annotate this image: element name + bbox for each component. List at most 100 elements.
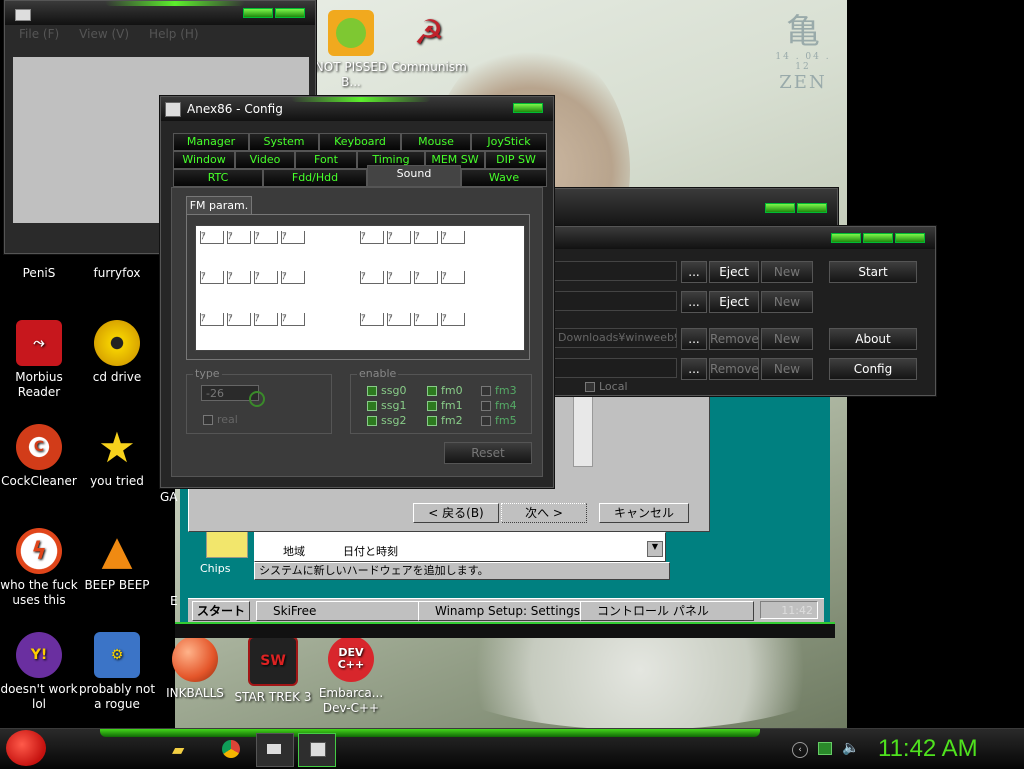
enable-fm2[interactable]: fm2 (427, 413, 463, 428)
start-button[interactable]: スタート (192, 601, 250, 621)
browse-button-2[interactable]: ... (681, 291, 707, 313)
control-panel-list[interactable]: 地域 日付と時刻 ▼ (254, 532, 666, 562)
tab-dip-sw[interactable]: DIP SW (485, 151, 547, 169)
enable-fm1[interactable]: fm1 (427, 398, 463, 413)
enable-fm4[interactable]: fm4 (481, 398, 517, 413)
folder-icon[interactable]: ▰ (172, 740, 198, 759)
drive-path-3[interactable]: Downloads¥winweeb9 (553, 328, 677, 348)
list-scroll-down[interactable]: ▼ (647, 541, 663, 557)
desktop-icon-penis[interactable]: PeniS (0, 266, 78, 281)
task-control-panel[interactable]: コントロール パネル (580, 601, 754, 621)
new-button-4[interactable]: New (761, 358, 813, 380)
eject-button-1[interactable]: Eject (709, 261, 759, 283)
enable-fm3[interactable]: fm3 (481, 383, 517, 398)
fm-param-display[interactable]: ｱｱｱｱ ｱｱｱｱ ｱｱｱｱ ｱｱｱｱ ｱｱｱｱ ｱｱｱｱ (195, 225, 525, 351)
desktop-icon-furryfox[interactable]: furryfox (78, 266, 156, 281)
drive-path-1[interactable] (553, 261, 677, 281)
tab-video[interactable]: Video (235, 151, 295, 169)
fm-group-6: ｱｱｱｱ (360, 310, 468, 326)
back-button[interactable]: < 戻る(B) (413, 503, 499, 523)
anex-back-window[interactable] (548, 188, 838, 230)
desktop-icon-inkballs[interactable]: INKBALLS (156, 636, 234, 701)
next-button[interactable]: 次へ > (501, 503, 587, 523)
local-checkbox[interactable]: Local (585, 380, 628, 393)
desktop-icon-star-trek[interactable]: SW STAR TREK 3 (234, 636, 312, 705)
enable-ssg1[interactable]: ssg1 (367, 398, 406, 413)
tab-mouse[interactable]: Mouse (401, 133, 471, 151)
enable-fm0[interactable]: fm0 (427, 383, 463, 398)
task-skifree[interactable]: SkiFree (256, 601, 430, 621)
tab-font[interactable]: Font (295, 151, 357, 169)
desktop-icon-flash[interactable]: ϟ who the fuck uses this (0, 528, 78, 608)
tab-keyboard[interactable]: Keyboard (319, 133, 401, 151)
window-control-buttons[interactable] (831, 233, 925, 243)
desktop-icon-morbius-reader[interactable]: ⤳ Morbius Reader (0, 320, 78, 400)
volume-icon[interactable]: 🔈 (842, 740, 859, 756)
browse-button-1[interactable]: ... (681, 261, 707, 283)
desktop-icon-cockcleaner[interactable]: C CockCleaner (0, 424, 78, 489)
window-app-icon (267, 744, 281, 754)
explorer-titlebar[interactable] (5, 1, 315, 25)
desktop-icon-partial-e[interactable]: E (170, 594, 178, 608)
list-item-region[interactable]: 地域 (283, 543, 305, 559)
enable-ssg2[interactable]: ssg2 (367, 413, 406, 428)
config-window[interactable]: Anex86 - Config Manager System Keyboard … (160, 96, 554, 488)
desktop-icon-beep-beep[interactable]: ▲ BEEP BEEP (78, 528, 156, 593)
anex-main-window[interactable]: ... Eject New Start ... Eject New Downlo… (548, 226, 936, 396)
chrome-icon[interactable] (222, 740, 240, 758)
drive-path-2[interactable] (553, 291, 677, 311)
remove-button-3[interactable]: Remove (709, 328, 759, 350)
desktop-icon-you-tried[interactable]: ★ you tried (78, 424, 156, 489)
desktop-icon-partial-ga[interactable]: GA (160, 490, 178, 504)
tab-system[interactable]: System (249, 133, 319, 151)
new-button-3[interactable]: New (761, 328, 813, 350)
desktop-icon-communism[interactable]: ☭ Communism (390, 10, 468, 75)
start-orb-angry-bird-icon[interactable] (6, 730, 46, 766)
browse-button-4[interactable]: ... (681, 358, 707, 380)
task-anex86-button[interactable] (298, 733, 336, 767)
drive-path-4[interactable] (553, 358, 677, 378)
cancel-button[interactable]: キャンセル (599, 503, 689, 523)
eject-button-2[interactable]: Eject (709, 291, 759, 313)
browse-button-3[interactable]: ... (681, 328, 707, 350)
desktop-icon-devcpp[interactable]: DEV C++ Embarca... Dev-C++ (312, 636, 390, 716)
config-button[interactable]: Config (829, 358, 917, 380)
window-control-buttons[interactable] (243, 8, 305, 18)
desktop-icon-rogue[interactable]: ⚙ probably not a rogue (78, 632, 156, 712)
checkbox-icon (367, 416, 377, 426)
window-control-buttons[interactable] (513, 103, 543, 113)
taskbar-clock[interactable]: 11:42 AM (878, 734, 1018, 764)
checkbox-icon (427, 386, 437, 396)
enable-fm5[interactable]: fm5 (481, 413, 517, 428)
tab-manager[interactable]: Manager (173, 133, 249, 151)
subtab-fm-param[interactable]: FM param. (186, 196, 252, 215)
remove-button-4[interactable]: Remove (709, 358, 759, 380)
menu-help[interactable]: Help (H) (149, 27, 199, 45)
tab-rtc[interactable]: RTC (173, 169, 263, 187)
enable-ssg0[interactable]: ssg0 (367, 383, 406, 398)
tab-joystick[interactable]: JoyStick (471, 133, 547, 151)
real-checkbox[interactable]: real (203, 413, 238, 426)
show-hidden-icons-icon[interactable]: ‹ (792, 742, 808, 758)
desktop-icon-bad-piggies[interactable]: NOT PISSED B... (312, 10, 390, 90)
about-button[interactable]: About (829, 328, 917, 350)
tab-fdd-hdd[interactable]: Fdd/Hdd (263, 169, 367, 187)
config-titlebar[interactable]: Anex86 - Config (161, 97, 553, 121)
menu-view[interactable]: View (V) (79, 27, 129, 45)
task-winamp[interactable]: Winamp Setup: Settings (418, 601, 592, 621)
desktop-icon-yahoo[interactable]: Y! doesn't work lol (0, 632, 78, 712)
list-item-datetime[interactable]: 日付と時刻 (343, 543, 398, 559)
desktop-icon-cd-drive[interactable]: cd drive (78, 320, 156, 385)
new-button-1[interactable]: New (761, 261, 813, 283)
window-control-buttons[interactable] (765, 203, 827, 213)
network-icon[interactable] (818, 742, 832, 755)
start-button[interactable]: Start (829, 261, 917, 283)
new-button-2[interactable]: New (761, 291, 813, 313)
tab-wave[interactable]: Wave (461, 169, 547, 187)
chips-folder-icon[interactable] (206, 530, 248, 558)
tab-sound[interactable]: Sound (367, 165, 461, 187)
tab-window[interactable]: Window (173, 151, 235, 169)
menu-file[interactable]: File (F) (19, 27, 59, 45)
task-explorer-button[interactable] (256, 733, 294, 767)
reset-button[interactable]: Reset (444, 442, 532, 464)
